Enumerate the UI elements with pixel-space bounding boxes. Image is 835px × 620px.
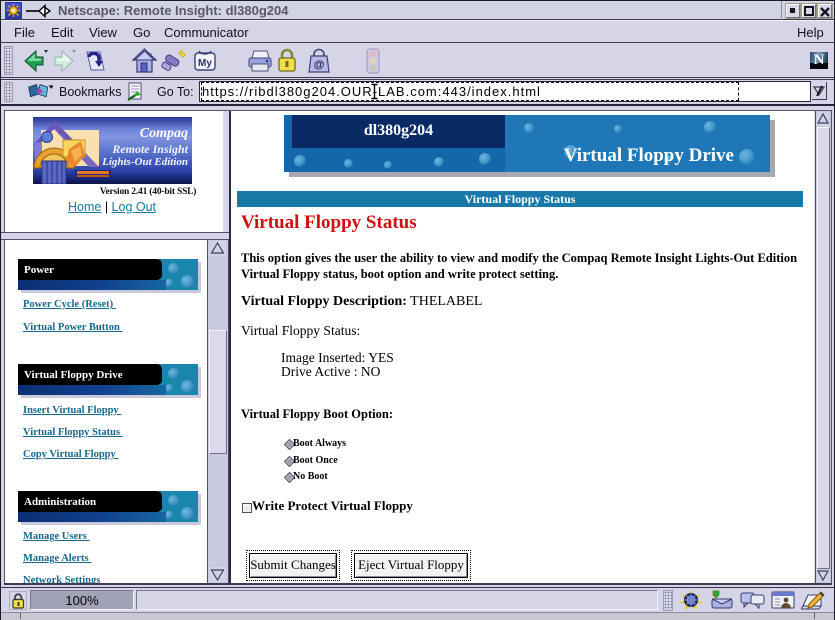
svg-text:My: My (198, 58, 212, 69)
svg-text:@: @ (314, 59, 325, 71)
